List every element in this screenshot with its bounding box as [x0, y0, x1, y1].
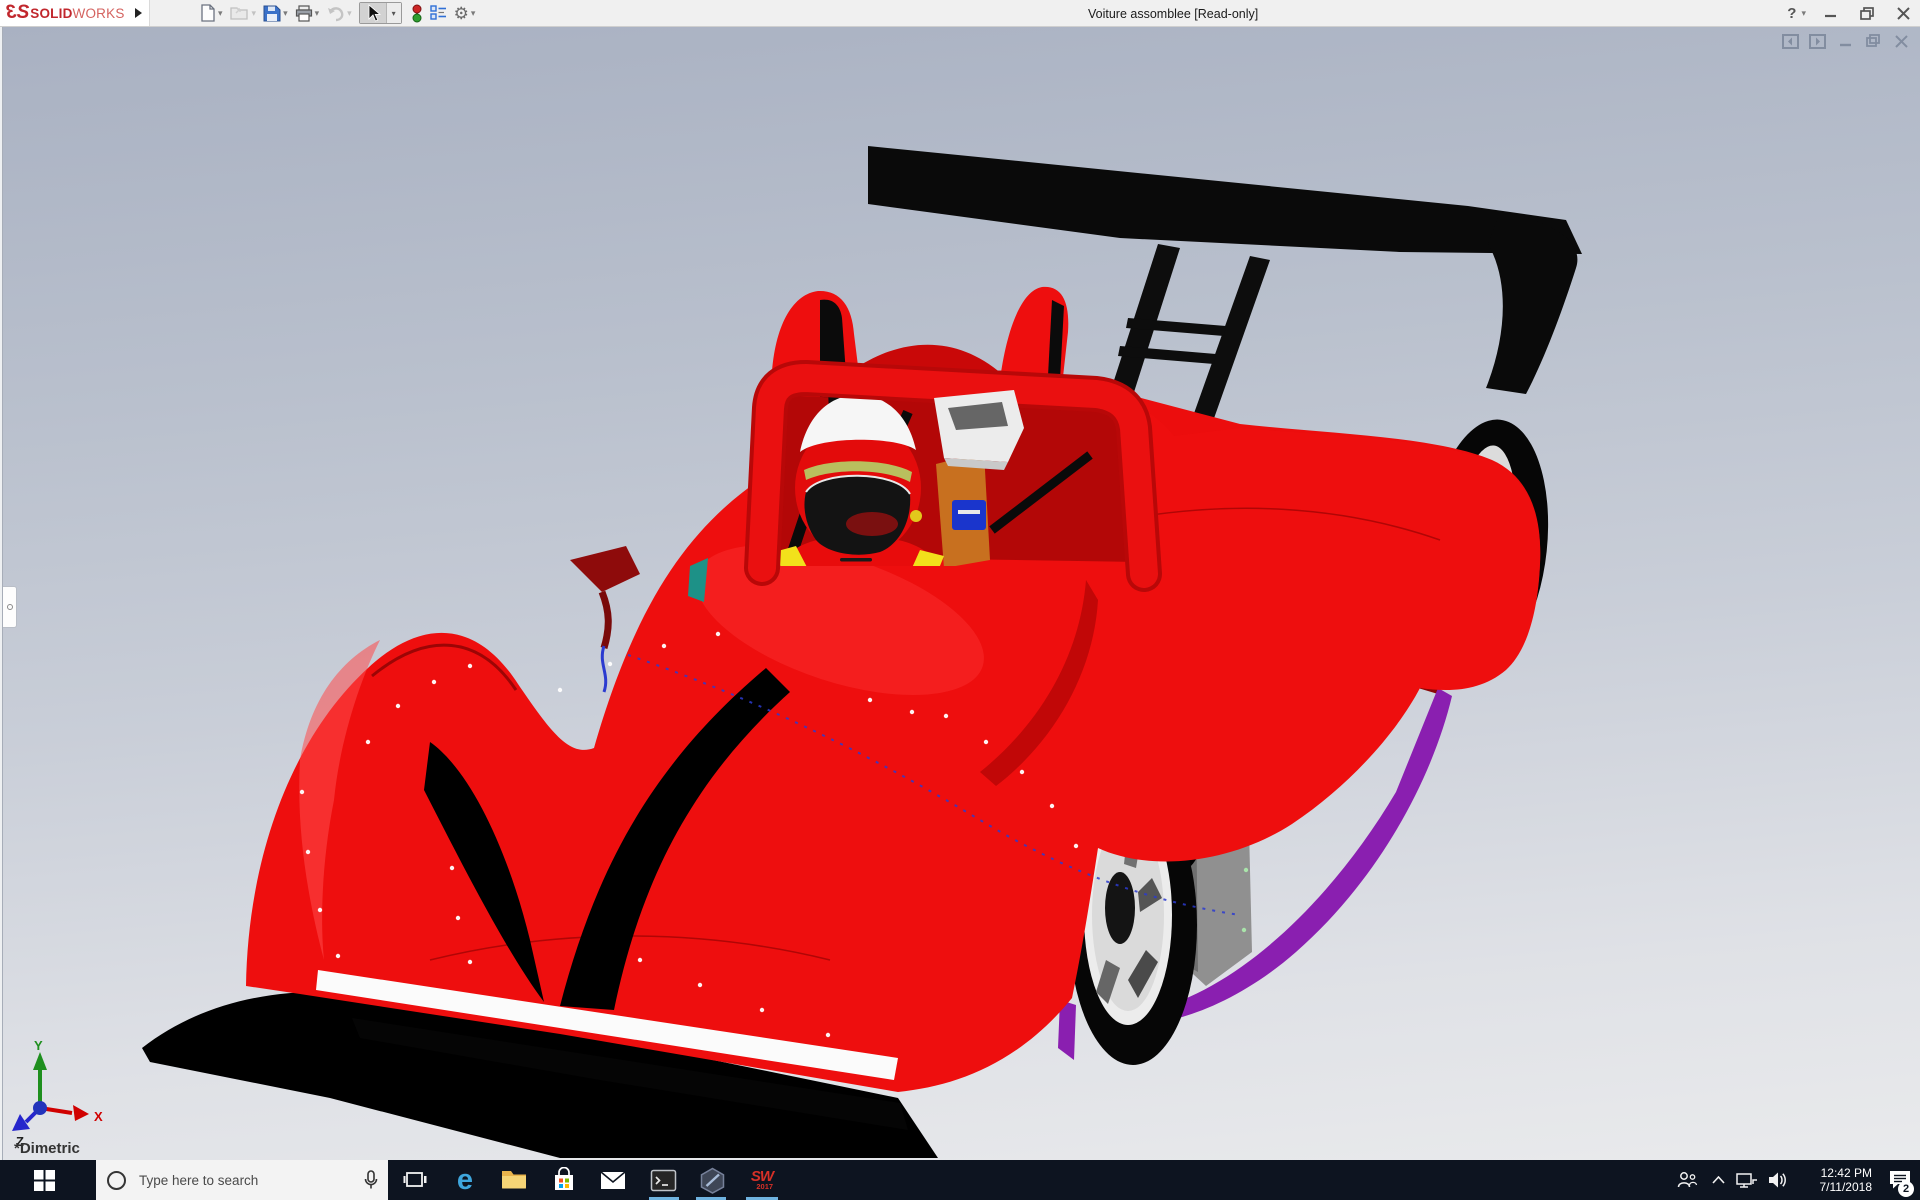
rebuild-traffic-light-icon	[412, 4, 422, 22]
system-tray: 12:42 PM 7/11/2018	[1670, 1160, 1920, 1200]
window-close-button[interactable]	[1892, 3, 1914, 23]
windows-taskbar: e SW 2017	[0, 1160, 1920, 1200]
dropdown-caret-icon: ▾	[347, 7, 352, 18]
brand-name: SOLIDWORKS	[30, 5, 125, 21]
taskbar-app-file-explorer[interactable]	[492, 1160, 536, 1200]
orientation-triad: Y X Z	[12, 1038, 103, 1149]
start-button[interactable]	[0, 1160, 88, 1200]
select-dropdown[interactable]: ▾	[385, 3, 401, 23]
options-button[interactable]: ⚙ ▾	[454, 5, 476, 22]
mail-icon	[600, 1171, 626, 1189]
open-icon	[229, 7, 248, 20]
search-input[interactable]	[139, 1172, 364, 1188]
taskbar-app-command-prompt[interactable]	[641, 1160, 685, 1200]
file-properties-button[interactable]	[429, 5, 447, 21]
dropdown-caret-icon[interactable]: ▾	[471, 8, 476, 19]
title-bar: 3S SOLIDWORKS ▾ ▾ ▾ ▾ ▾ ▾ ⚙ ▾ Voiture as…	[0, 0, 1920, 27]
taskbar-search[interactable]	[96, 1160, 388, 1200]
print-icon	[295, 4, 312, 22]
file-explorer-icon	[502, 1171, 526, 1189]
task-view-icon	[403, 1172, 427, 1187]
dropdown-caret-icon: ▾	[251, 7, 257, 18]
screen: Y X Z *Dimetric 3S SOLIDWORKS ▾ ▾ ▾ ▾ ▾ …	[0, 0, 1920, 1200]
window-minimize-button[interactable]	[1820, 3, 1842, 23]
task-view-button[interactable]	[393, 1160, 437, 1200]
clock-date[interactable]: 12:42 PM 7/11/2018	[1794, 1160, 1880, 1200]
dropdown-caret-icon[interactable]: ▾	[1801, 8, 1806, 19]
save-icon	[263, 5, 281, 21]
tray-chevron-icon[interactable]	[1704, 1160, 1732, 1200]
help-button[interactable]: ? ▾	[1787, 5, 1806, 22]
undo-button: ▾	[326, 5, 352, 22]
options-gear-icon: ⚙	[453, 3, 469, 23]
network-icon[interactable]	[1732, 1160, 1762, 1200]
panel-tab-handle-icon	[6, 604, 13, 610]
people-icon[interactable]	[1670, 1160, 1704, 1200]
print-button[interactable]: ▾	[295, 4, 320, 22]
save-button[interactable]: ▾	[263, 5, 288, 22]
microsoft-store-icon	[555, 1167, 573, 1190]
edge-icon: e	[456, 1163, 474, 1196]
quick-access-toolbar: ▾ ▾ ▾ ▾ ▾ ▾ ⚙ ▾	[200, 0, 482, 26]
window-restore-button[interactable]	[1856, 3, 1878, 23]
graphics-area[interactable]: Y X Z	[0, 27, 1920, 1160]
open-app-indicator	[746, 1197, 778, 1200]
document-close-button[interactable]	[1892, 33, 1910, 49]
select-cursor-icon	[368, 4, 381, 22]
rebuild-button[interactable]	[411, 4, 423, 23]
dropdown-caret-icon[interactable]: ▾	[315, 8, 320, 19]
hexagon-app-icon	[700, 1167, 724, 1194]
windows-logo-icon	[33, 1169, 55, 1191]
menu-flyout-button[interactable]	[130, 5, 146, 21]
feature-panel-tab[interactable]	[3, 586, 17, 628]
flyout-arrow-icon	[134, 8, 142, 18]
pane-next-icon[interactable]	[1809, 33, 1826, 49]
microphone-icon[interactable]	[364, 1169, 378, 1191]
dropdown-caret-icon[interactable]: ▾	[218, 8, 223, 19]
notification-badge: 2	[1898, 1181, 1914, 1197]
solidworks-logo: 3S SOLIDWORKS	[0, 0, 150, 26]
document-minimize-button[interactable]	[1836, 33, 1854, 49]
new-document-icon	[201, 4, 215, 22]
dropdown-caret-icon[interactable]: ▾	[283, 8, 288, 19]
cortana-icon	[107, 1170, 126, 1190]
command-prompt-icon	[650, 1169, 676, 1191]
ds-brand-mark: 3S	[8, 2, 29, 23]
select-tool-button[interactable]: ▾	[358, 2, 402, 24]
taskbar-app-store[interactable]	[542, 1160, 586, 1200]
taskbar-app-mail[interactable]	[591, 1160, 635, 1200]
help-icon: ?	[1787, 4, 1797, 22]
volume-icon[interactable]	[1762, 1160, 1794, 1200]
taskbar-app-edge[interactable]: e	[443, 1160, 487, 1200]
triad-y-label: Y	[34, 1038, 43, 1053]
tray-date: 7/11/2018	[1819, 1180, 1873, 1194]
tray-time: 12:42 PM	[1820, 1165, 1872, 1180]
taskbar-app-hexagon[interactable]	[690, 1160, 734, 1200]
model-3d-scene[interactable]: Y X Z	[0, 27, 1920, 1160]
open-app-indicator	[696, 1197, 726, 1200]
file-properties-icon	[429, 5, 446, 20]
open-button[interactable]: ▾	[229, 5, 257, 21]
new-document-button[interactable]: ▾	[200, 4, 223, 22]
undo-icon	[328, 6, 344, 21]
open-app-indicator	[649, 1197, 679, 1200]
window-title: Voiture assomblee [Read-only]	[1088, 7, 1259, 21]
taskbar-app-solidworks[interactable]: SW 2017	[740, 1160, 784, 1200]
document-restore-button[interactable]	[1864, 33, 1882, 49]
triad-x-label: X	[94, 1109, 103, 1124]
view-orientation-label: *Dimetric	[14, 1140, 80, 1157]
pane-previous-icon[interactable]	[1782, 33, 1799, 49]
solidworks-app-icon: SW 2017	[750, 1168, 774, 1192]
